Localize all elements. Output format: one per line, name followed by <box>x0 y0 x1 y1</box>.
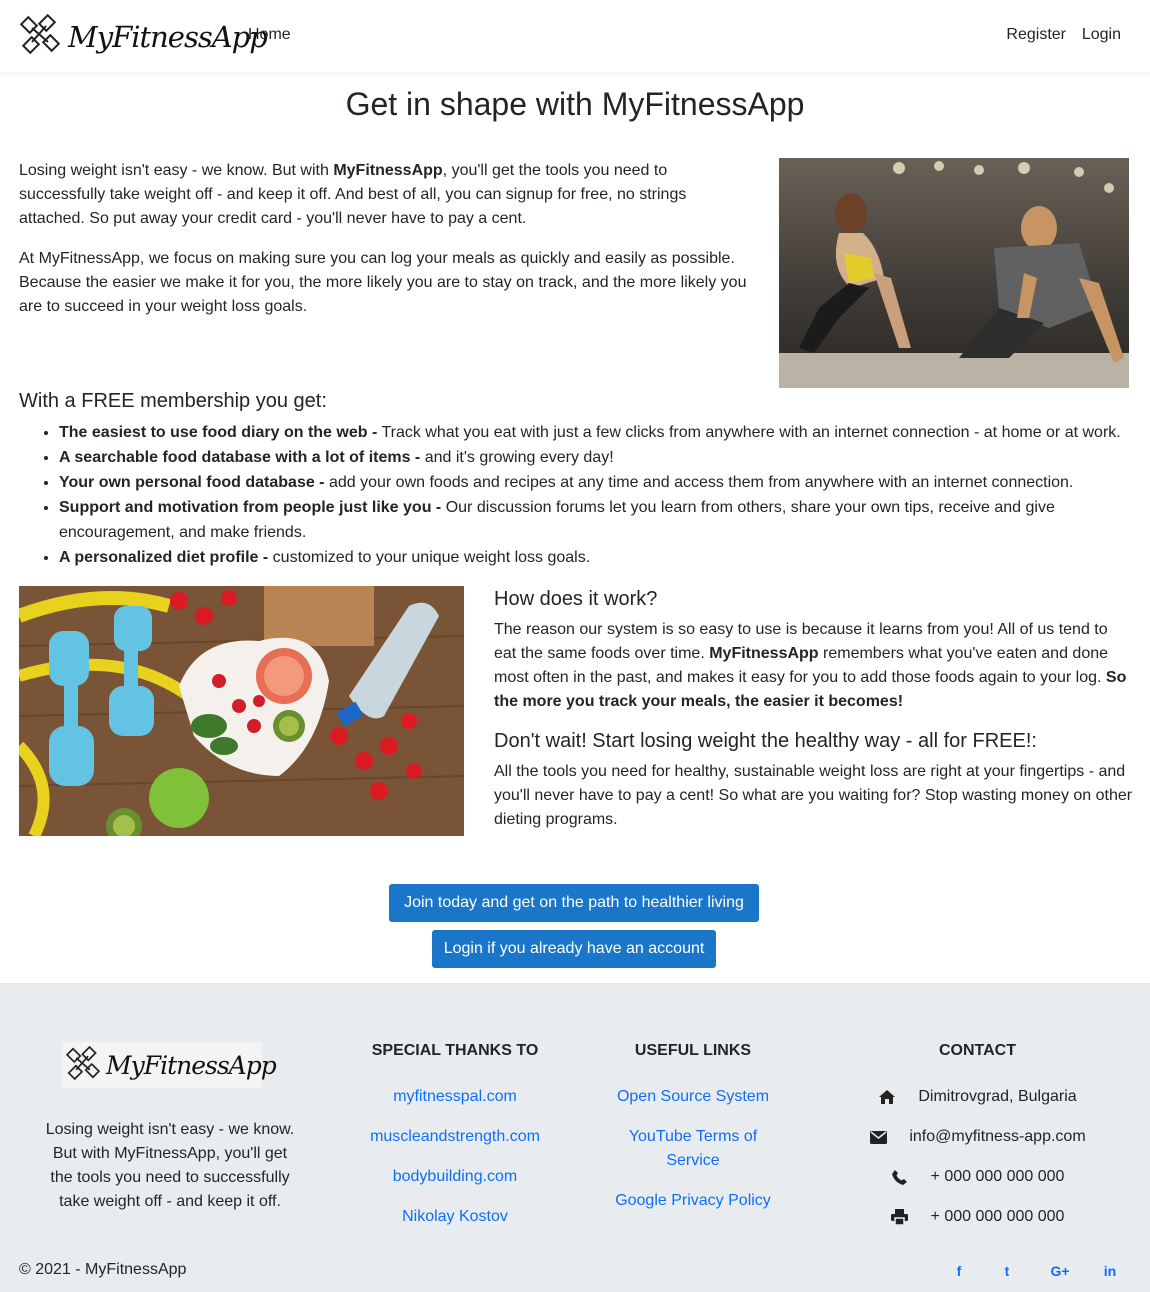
address-text: Dimitrovgrad, Bulgaria <box>918 1088 1077 1105</box>
phone-icon <box>891 1168 909 1186</box>
email-text: info@myfitness-app.com <box>909 1128 1086 1145</box>
printer-icon <box>891 1208 909 1226</box>
useful-links-column: USEFUL LINKS Open Source System YouTube … <box>598 1041 788 1229</box>
how-heading: How does it work? <box>494 588 658 610</box>
envelope-icon <box>869 1128 887 1146</box>
login-button[interactable]: Login if you already have an account <box>432 930 716 968</box>
how-paragraph: The reason our system is so easy to use … <box>494 618 1134 714</box>
linkedin-icon[interactable]: in <box>1100 1263 1120 1281</box>
benefit-title: The easiest to use food diary on the web… <box>59 424 378 441</box>
workout-photo <box>779 158 1129 388</box>
contact-column: CONTACT Dimitrovgrad, Bulgaria info@myfi… <box>855 1041 1100 1245</box>
benefit-text: and it's growing every day! <box>420 449 614 466</box>
nav-register-link[interactable]: Register <box>1006 26 1066 44</box>
benefit-text: customized to your unique weight loss go… <box>268 549 591 566</box>
navbar: MyFitnessApp Home Register Login <box>0 0 1150 72</box>
link-open-source-system[interactable]: Open Source System <box>598 1085 788 1109</box>
benefit-title: A personalized diet profile - <box>59 549 269 566</box>
contact-phone: + 000 000 000 000 <box>855 1165 1100 1189</box>
nav-home-link[interactable]: Home <box>248 26 291 44</box>
membership-benefits-list: The easiest to use food diary on the web… <box>19 420 1134 570</box>
benefit-title: Your own personal food database - <box>59 474 325 491</box>
membership-heading: With a FREE membership you get: <box>19 390 327 412</box>
contact-heading: CONTACT <box>938 1042 1017 1059</box>
thanks-link-bodybuilding[interactable]: bodybuilding.com <box>355 1165 555 1189</box>
thanks-link-nikolay-kostov[interactable]: Nikolay Kostov <box>355 1205 555 1229</box>
how-brand: MyFitnessApp <box>709 645 819 662</box>
intro-p1-brand: MyFitnessApp <box>333 162 443 179</box>
dumbbell-icon <box>19 13 61 59</box>
contact-fax: + 000 000 000 000 <box>855 1205 1100 1229</box>
dont-wait-heading: Don't wait! Start losing weight the heal… <box>494 730 1037 752</box>
contact-email: info@myfitness-app.com <box>855 1125 1100 1149</box>
phone-text: + 000 000 000 000 <box>930 1168 1065 1185</box>
link-youtube-terms[interactable]: YouTube Terms of Service <box>618 1125 768 1173</box>
intro-text: Losing weight isn't easy - we know. But … <box>19 159 749 335</box>
list-item: Support and motivation from people just … <box>59 495 1134 545</box>
link-google-privacy[interactable]: Google Privacy Policy <box>598 1189 788 1213</box>
how-it-works-section: How does it work? The reason our system … <box>494 586 1134 846</box>
contact-address: Dimitrovgrad, Bulgaria <box>855 1085 1100 1109</box>
benefit-text: Track what you eat with just a few click… <box>377 424 1121 441</box>
home-icon <box>878 1088 896 1106</box>
footer: MyFitnessApp Losing weight isn't easy - … <box>0 983 1150 1292</box>
intro-paragraph-2: At MyFitnessApp, we focus on making sure… <box>19 250 747 315</box>
footer-brand-name: MyFitnessApp <box>106 1050 277 1080</box>
benefit-title: Support and motivation from people just … <box>59 499 442 516</box>
copyright: © 2021 - MyFitnessApp <box>19 1261 187 1278</box>
list-item: The easiest to use food diary on the web… <box>59 420 1134 445</box>
useful-links-heading: USEFUL LINKS <box>634 1042 752 1059</box>
thanks-link-myfitnesspal[interactable]: myfitnesspal.com <box>355 1085 555 1109</box>
page-title: Get in shape with MyFitnessApp <box>345 86 805 122</box>
twitter-icon[interactable]: t <box>997 1263 1017 1281</box>
special-thanks-heading: SPECIAL THANKS TO <box>371 1042 539 1059</box>
footer-description: Losing weight isn't easy - we know. But … <box>45 1121 295 1210</box>
nav-login-link[interactable]: Login <box>1082 26 1121 44</box>
list-item: A searchable food database with a lot of… <box>59 445 1134 470</box>
list-item: Your own personal food database - add yo… <box>59 470 1134 495</box>
benefit-text: add your own foods and recipes at any ti… <box>324 474 1074 491</box>
footer-logo: MyFitnessApp <box>62 1042 277 1088</box>
healthy-food-photo <box>19 586 464 836</box>
list-item: A personalized diet profile - customized… <box>59 545 1134 570</box>
thanks-link-muscleandstrength[interactable]: muscleandstrength.com <box>355 1125 555 1149</box>
intro-paragraph-1: Losing weight isn't easy - we know. But … <box>19 159 749 231</box>
google-plus-icon[interactable]: G+ <box>1046 1263 1074 1281</box>
dumbbell-icon <box>65 1045 101 1085</box>
facebook-icon[interactable]: f <box>949 1263 969 1281</box>
benefit-title: A searchable food database with a lot of… <box>59 449 421 466</box>
special-thanks-column: SPECIAL THANKS TO myfitnesspal.com muscl… <box>355 1041 555 1245</box>
fax-text: + 000 000 000 000 <box>930 1208 1065 1225</box>
dont-wait-paragraph: All the tools you need for healthy, sust… <box>494 763 1133 828</box>
membership-section: With a FREE membership you get: The easi… <box>19 388 1134 570</box>
join-button[interactable]: Join today and get on the path to health… <box>389 884 759 922</box>
brand-name: MyFitnessApp <box>68 19 268 54</box>
intro-p1-text: Losing weight isn't easy - we know. But … <box>19 162 334 179</box>
brand-logo[interactable]: MyFitnessApp <box>19 13 268 59</box>
